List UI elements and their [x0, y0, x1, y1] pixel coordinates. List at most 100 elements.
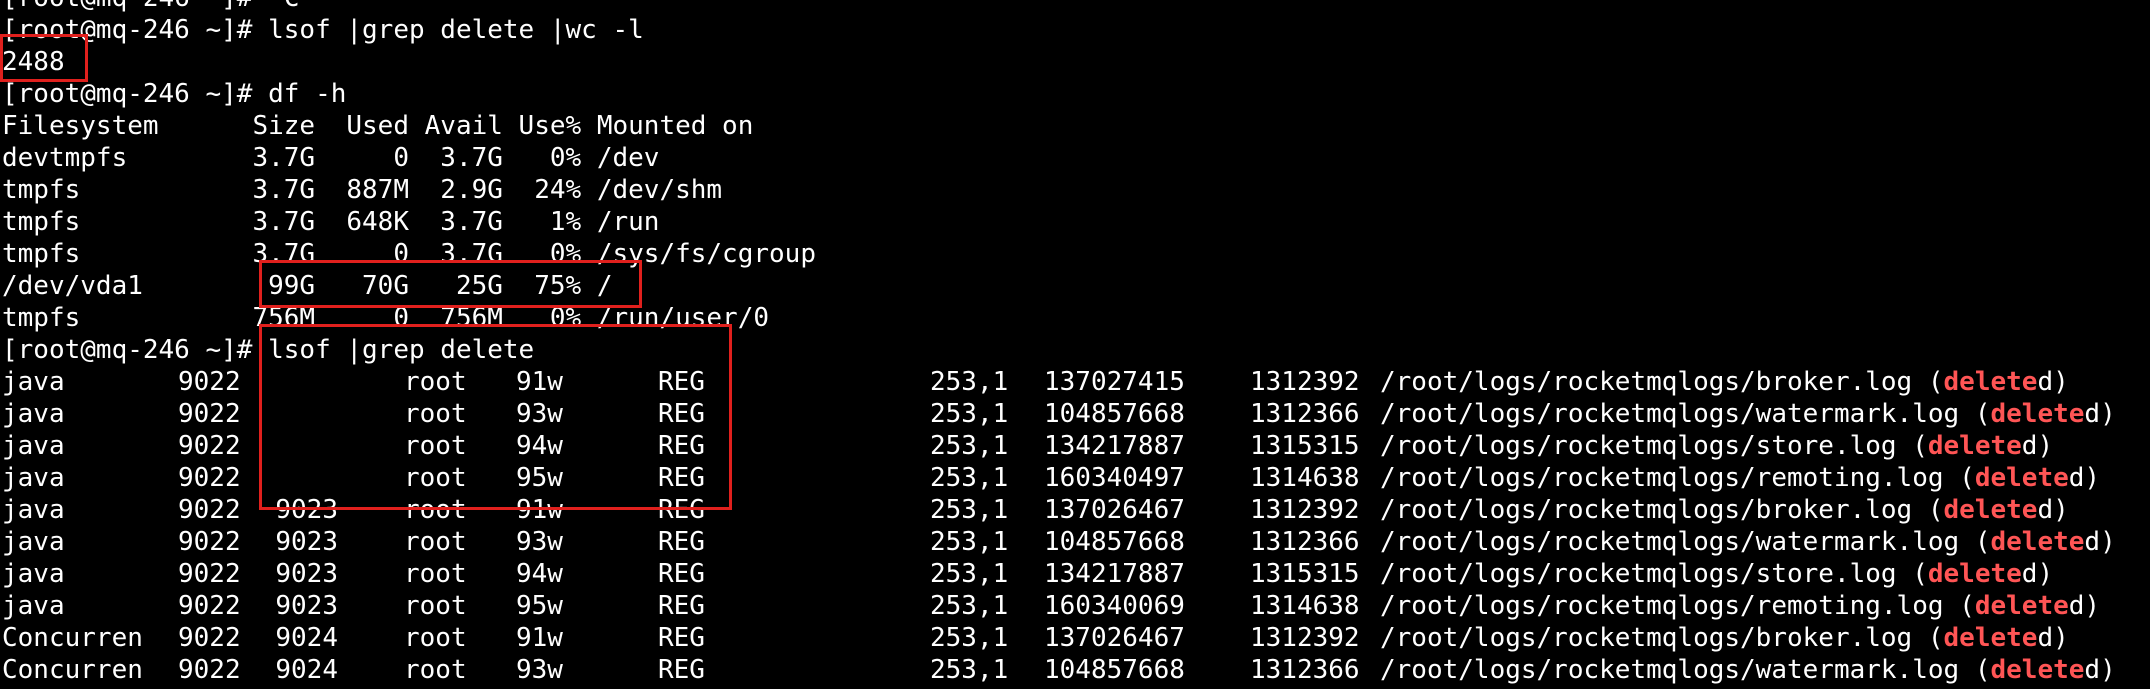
lsof-node-cell: 1315315 [1250, 559, 1360, 589]
lsof-pid-cell: 9022 [178, 623, 241, 653]
lsof-command-cell: java [2, 399, 65, 429]
lsof-size-cell: 134217887 [1044, 431, 1185, 461]
lsof-path-text: /root/logs/rocketmqlogs/remoting.log [1380, 463, 1944, 493]
lsof-type-cell: REG [658, 527, 705, 557]
lsof-fd-cell: 95w [516, 591, 563, 621]
lsof-paren-open: ( [1974, 655, 1991, 685]
lsof-path-cell: /root/logs/rocketmqlogs/broker.log (dele… [1380, 366, 2069, 398]
lsof-type-cell: REG [658, 399, 705, 429]
lsof-device-cell: 253,1 [930, 527, 1009, 557]
lsof-paren-open: ( [1927, 495, 1944, 525]
lsof-count-command: [root@mq-246 ~]# lsof |grep delete |wc -… [2, 15, 644, 45]
lsof-paren-close: d) [2037, 367, 2069, 397]
lsof-paren-close: d) [2068, 591, 2101, 621]
lsof-fd-cell: 95w [516, 463, 563, 493]
lsof-type-cell: REG [658, 623, 705, 653]
lsof-device-cell: 253,1 [930, 591, 1009, 621]
lsof-fd-cell: 91w [516, 367, 563, 397]
lsof-node-cell: 1315315 [1250, 431, 1360, 461]
lsof-paren-close: d) [2084, 399, 2116, 429]
lsof-size-cell: 104857668 [1044, 399, 1185, 429]
lsof-tid-cell: 9023 [275, 559, 338, 589]
lsof-device-cell: 253,1 [930, 495, 1009, 525]
deleted-highlight: delete [1943, 495, 2038, 525]
lsof-pid-cell: 9022 [178, 463, 241, 493]
lsof-path-text: /root/logs/rocketmqlogs/broker.log [1380, 367, 1913, 397]
lsof-path-text: /root/logs/rocketmqlogs/remoting.log [1380, 591, 1944, 621]
lsof-device-cell: 253,1 [930, 623, 1009, 653]
lsof-paren-open: ( [1959, 591, 1975, 621]
lsof-path-cell: /root/logs/rocketmqlogs/store.log (delet… [1380, 430, 2053, 462]
lsof-device-cell: 253,1 [930, 655, 1009, 685]
lsof-paren-open: ( [1927, 367, 1944, 397]
lsof-path-text: /root/logs/rocketmqlogs/broker.log [1380, 495, 1913, 525]
lsof-size-cell: 137026467 [1044, 495, 1185, 525]
lsof-type-cell: REG [658, 655, 705, 685]
lsof-command-cell: java [2, 495, 65, 525]
lsof-type-cell: REG [658, 463, 705, 493]
lsof-path-cell: /root/logs/rocketmqlogs/remoting.log (de… [1380, 590, 2100, 622]
df-row: tmpfs 3.7G 648K 3.7G 1% /run [2, 207, 660, 237]
lsof-node-cell: 1314638 [1250, 463, 1360, 493]
lsof-fd-cell: 93w [516, 655, 563, 685]
deleted-highlight: delete [1943, 623, 2038, 653]
lsof-node-cell: 1312366 [1250, 399, 1360, 429]
lsof-paren-close: d) [2021, 559, 2054, 589]
terminal-window[interactable]: [root@mq-246 ~]# ^C [root@mq-246 ~]# lso… [0, 0, 2150, 689]
lsof-pid-cell: 9022 [178, 367, 241, 397]
lsof-node-cell: 1312392 [1250, 623, 1360, 653]
lsof-delete-command: [root@mq-246 ~]# lsof |grep delete [2, 335, 535, 365]
lsof-user-cell: root [404, 623, 467, 653]
lsof-size-cell: 137026467 [1044, 623, 1185, 653]
lsof-size-cell: 104857668 [1044, 527, 1185, 557]
lsof-user-cell: root [404, 527, 467, 557]
lsof-size-cell: 104857668 [1044, 655, 1185, 685]
deleted-highlight: delete [1974, 591, 2069, 621]
lsof-path-text: /root/logs/rocketmqlogs/store.log [1380, 559, 1897, 589]
lsof-pid-cell: 9022 [178, 399, 241, 429]
deleted-highlight: delete [1943, 367, 2038, 397]
lsof-user-cell: root [404, 591, 467, 621]
lsof-pid-cell: 9022 [178, 527, 241, 557]
lsof-node-cell: 1312366 [1250, 655, 1360, 685]
lsof-paren-open: ( [1974, 527, 1991, 557]
lsof-size-cell: 160340497 [1044, 463, 1185, 493]
lsof-pid-cell: 9022 [178, 655, 241, 685]
lsof-fd-cell: 91w [516, 623, 563, 653]
lsof-path-cell: /root/logs/rocketmqlogs/broker.log (dele… [1380, 622, 2069, 654]
lsof-command-cell: Concurren [2, 655, 143, 685]
lsof-fd-cell: 91w [516, 495, 563, 525]
lsof-path-text: /root/logs/rocketmqlogs/broker.log [1380, 623, 1913, 653]
lsof-fd-cell: 94w [516, 431, 563, 461]
lsof-type-cell: REG [658, 495, 705, 525]
lsof-user-cell: root [404, 655, 467, 685]
lsof-user-cell: root [404, 431, 467, 461]
lsof-paren-close: d) [2037, 623, 2069, 653]
lsof-fd-cell: 94w [516, 559, 563, 589]
lsof-tid-cell: 9023 [275, 527, 338, 557]
lsof-device-cell: 253,1 [930, 431, 1009, 461]
df-command: [root@mq-246 ~]# df -h [2, 79, 347, 109]
df-header: Filesystem Size Used Avail Use% Mounted … [2, 111, 754, 141]
lsof-path-text: /root/logs/rocketmqlogs/watermark.log [1380, 655, 1960, 685]
lsof-node-cell: 1312366 [1250, 527, 1360, 557]
lsof-type-cell: REG [658, 591, 705, 621]
lsof-node-cell: 1312392 [1250, 367, 1360, 397]
lsof-command-cell: java [2, 463, 65, 493]
lsof-path-text: /root/logs/rocketmqlogs/watermark.log [1380, 399, 1960, 429]
lsof-user-cell: root [404, 559, 467, 589]
lsof-node-cell: 1314638 [1250, 591, 1360, 621]
count-result: 2488 [2, 47, 65, 77]
lsof-paren-close: d) [2037, 495, 2069, 525]
lsof-path-cell: /root/logs/rocketmqlogs/watermark.log (d… [1380, 526, 2116, 558]
previous-prompt-line: [root@mq-246 ~]# ^C [2, 0, 299, 14]
lsof-user-cell: root [404, 463, 467, 493]
lsof-tid-cell: 9024 [275, 623, 338, 653]
lsof-command-cell: java [2, 591, 65, 621]
lsof-paren-close: d) [2021, 431, 2054, 461]
lsof-paren-close: d) [2084, 655, 2116, 685]
lsof-command-cell: java [2, 527, 65, 557]
lsof-size-cell: 134217887 [1044, 559, 1185, 589]
lsof-paren-open: ( [1927, 623, 1944, 653]
deleted-highlight: delete [1927, 559, 2022, 589]
